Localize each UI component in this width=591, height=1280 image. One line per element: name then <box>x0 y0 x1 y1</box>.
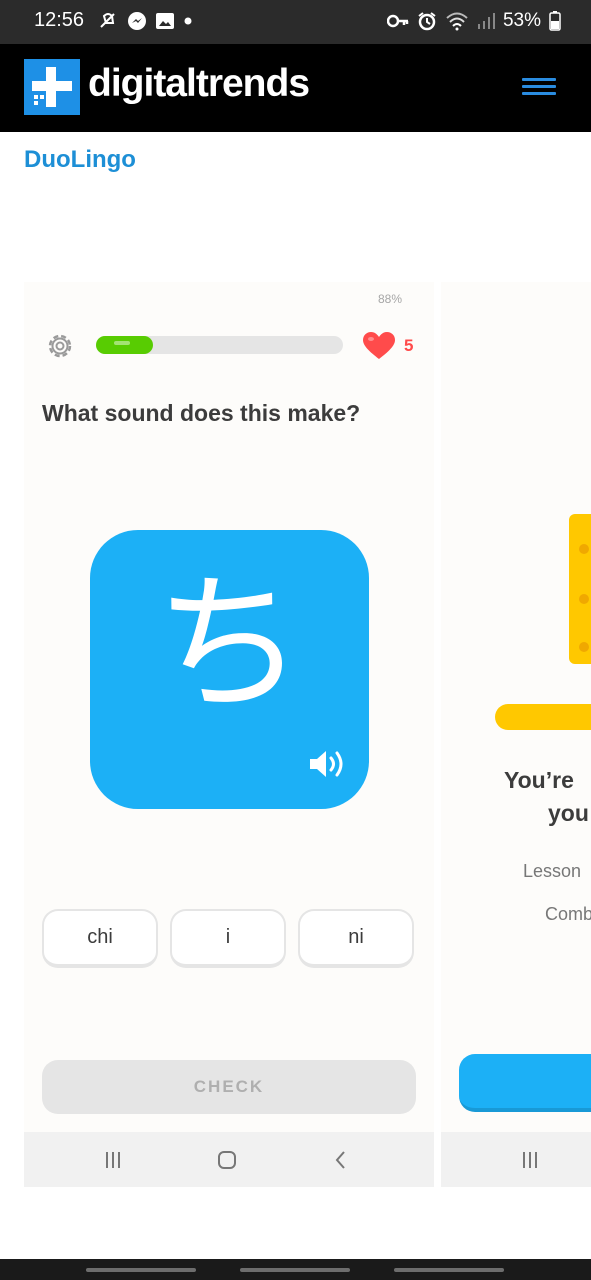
gesture-handle-right[interactable] <box>394 1268 504 1272</box>
notification-icon <box>100 13 115 28</box>
alarm-icon <box>418 12 436 31</box>
key-icon <box>386 14 409 28</box>
character-card[interactable]: ち <box>90 530 369 809</box>
hamburger-icon[interactable] <box>522 78 556 100</box>
choice-chi[interactable]: chi <box>42 909 158 968</box>
recent-apps-icon[interactable] <box>99 1146 127 1174</box>
battery-percent: 53% <box>502 10 541 31</box>
completion-title-line1: You’re <box>504 767 574 793</box>
heart-icon <box>363 332 395 359</box>
image-icon <box>156 13 174 29</box>
gesture-handle-center[interactable] <box>240 1268 350 1272</box>
battery-icon <box>549 11 561 31</box>
embedded-battery-text: 88% <box>378 292 403 306</box>
status-time: 12:56 <box>34 9 85 31</box>
duolingo-screenshot-2: You’re you Lesson Comb <box>441 282 591 1132</box>
combo-stat-label: Comb <box>545 904 591 924</box>
signal-icon <box>477 13 495 29</box>
lesson-progress-bar <box>96 336 343 354</box>
hearts-count: 5 <box>404 336 414 355</box>
kana-character: ち <box>154 558 305 732</box>
status-left-icons <box>97 10 193 32</box>
back-icon[interactable] <box>327 1146 355 1174</box>
gear-icon[interactable] <box>44 330 76 362</box>
article-heading: DuoLingo <box>24 146 136 173</box>
dot-icon <box>184 17 192 25</box>
lesson-stat-label: Lesson <box>523 861 582 881</box>
speaker-icon[interactable] <box>308 748 348 780</box>
logo-icon[interactable] <box>24 59 80 115</box>
site-logo-text[interactable]: digitaltrends <box>88 62 310 106</box>
home-icon[interactable] <box>213 1146 241 1174</box>
messenger-icon <box>128 12 146 30</box>
embedded-nav-bar-2 <box>441 1132 591 1187</box>
question-prompt: What sound does this make? <box>42 400 361 426</box>
duolingo-screenshot: 88% 5 What sound does this make? ち chi i… <box>24 282 434 1187</box>
gesture-bar <box>0 1259 591 1280</box>
wifi-icon <box>446 12 468 31</box>
choice-i[interactable]: i <box>170 909 286 968</box>
choice-ni[interactable]: ni <box>298 909 414 968</box>
status-right: 53% <box>386 10 561 32</box>
status-bar: 12:56 53% <box>0 0 591 44</box>
completion-progress-bar <box>495 704 591 730</box>
gesture-handle-left[interactable] <box>86 1268 196 1272</box>
reward-chest-illustration <box>569 514 591 664</box>
lesson-progress-fill <box>96 336 153 354</box>
continue-button[interactable] <box>459 1054 591 1112</box>
recent-apps-icon[interactable] <box>516 1146 544 1174</box>
check-button[interactable]: CHECK <box>42 1060 416 1114</box>
site-header: digitaltrends <box>0 44 591 132</box>
embedded-nav-bar <box>24 1132 434 1187</box>
completion-title-line2: you <box>548 800 589 826</box>
